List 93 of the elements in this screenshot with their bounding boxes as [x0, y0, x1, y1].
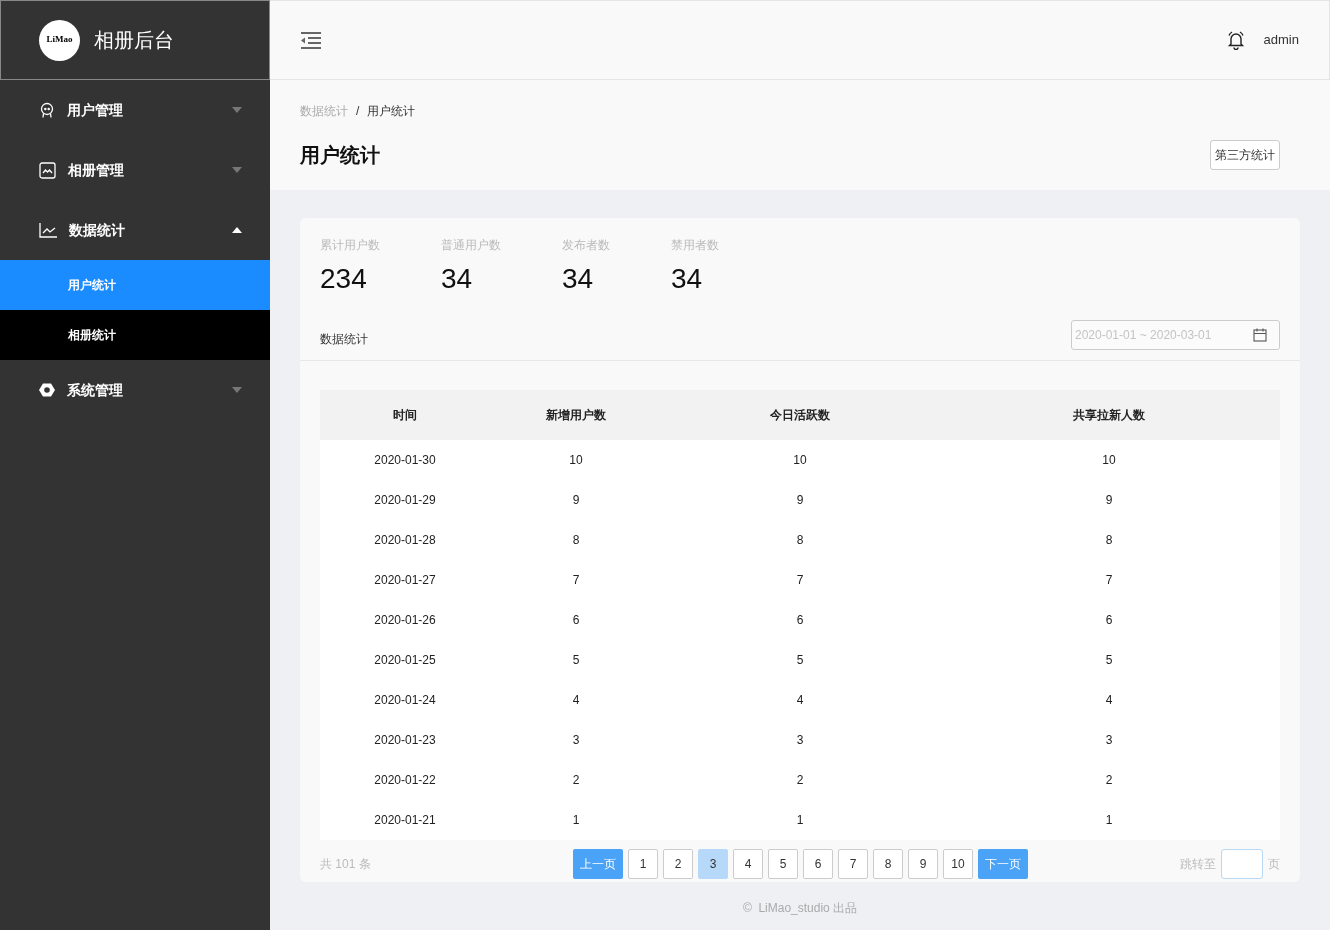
breadcrumb-separator: /	[356, 103, 360, 120]
table-cell: 1	[662, 800, 938, 840]
table-cell: 2020-01-21	[320, 800, 490, 840]
page-title: 用户统计	[300, 143, 380, 168]
table-cell: 2020-01-23	[320, 720, 490, 760]
table-cell: 7	[490, 560, 662, 600]
table-cell: 9	[662, 480, 938, 520]
username[interactable]: admin	[1263, 30, 1299, 50]
table-cell: 5	[938, 640, 1280, 680]
table-cell: 2020-01-27	[320, 560, 490, 600]
table-cell: 6	[938, 600, 1280, 640]
column-header: 共享拉新人数	[938, 390, 1280, 440]
column-header: 今日活跃数	[662, 390, 938, 440]
calendar-icon	[1253, 328, 1267, 342]
menu-label: 用户管理	[67, 100, 124, 120]
menu-icon[interactable]	[300, 31, 322, 49]
page-button[interactable]: 1	[628, 849, 658, 879]
table-cell: 4	[662, 680, 938, 720]
table-cell: 8	[938, 520, 1280, 560]
table-cell: 2020-01-24	[320, 680, 490, 720]
table-cell: 2020-01-26	[320, 600, 490, 640]
stat-value: 34	[671, 262, 704, 296]
table-cell: 5	[490, 640, 662, 680]
caret-icon	[232, 387, 242, 393]
third-party-stats-button[interactable]: 第三方统计	[1210, 140, 1280, 170]
table-cell: 2	[490, 760, 662, 800]
stat-label: 普通用户数	[441, 237, 502, 254]
table-cell: 1	[490, 800, 662, 840]
table-cell: 2020-01-30	[320, 440, 490, 480]
stat-value: 234	[320, 262, 368, 296]
table-cell: 2	[662, 760, 938, 800]
page-button[interactable]: 4	[733, 849, 763, 879]
stat-value: 34	[562, 262, 595, 296]
page-button[interactable]: 10	[943, 849, 973, 879]
table-cell: 2020-01-22	[320, 760, 490, 800]
menu-label: 相册管理	[68, 160, 125, 180]
menu-item[interactable]: 用户管理	[0, 80, 270, 140]
column-header: 时间	[320, 390, 490, 440]
caret-icon	[232, 107, 242, 113]
app-title: 相册后台	[94, 28, 174, 53]
table-cell: 5	[662, 640, 938, 680]
table-cell: 8	[490, 520, 662, 560]
page-button[interactable]: 8	[873, 849, 903, 879]
table-cell: 9	[490, 480, 662, 520]
table-cell: 3	[490, 720, 662, 760]
table-cell: 2	[938, 760, 1280, 800]
page-button[interactable]: 9	[908, 849, 938, 879]
menu-item[interactable]: 数据统计	[0, 200, 270, 260]
menu-item[interactable]: 系统管理	[0, 360, 270, 420]
page-button[interactable]: 3	[698, 849, 728, 879]
table-cell: 2020-01-25	[320, 640, 490, 680]
table-cell: 7	[938, 560, 1280, 600]
line-chart-icon	[39, 222, 57, 238]
stat-label: 累计用户数	[320, 237, 381, 254]
table-cell: 10	[662, 440, 938, 480]
page-button[interactable]: 2	[663, 849, 693, 879]
page-input[interactable]	[1221, 849, 1263, 879]
stat-label: 禁用者数	[671, 237, 720, 254]
logo[interactable]: LiMao	[39, 19, 80, 61]
footer-text: © LiMao_studio 出品	[741, 900, 859, 917]
table-cell: 4	[490, 680, 662, 720]
table-cell: 3	[938, 720, 1280, 760]
table-cell: 2020-01-29	[320, 480, 490, 520]
table-cell: 10	[938, 440, 1280, 480]
section-title: 数据统计	[320, 331, 368, 348]
table-cell: 10	[490, 440, 662, 480]
hexagon-icon	[39, 382, 55, 398]
column-header: 新增用户数	[490, 390, 662, 440]
table-cell: 8	[662, 520, 938, 560]
table-cell: 3	[662, 720, 938, 760]
menu-label: 数据统计	[69, 220, 126, 240]
page-suffix: 页	[1268, 856, 1280, 873]
stat-value: 34	[441, 262, 474, 296]
total-count: 共 101 条	[320, 856, 372, 873]
stat-label: 发布者数	[562, 237, 611, 254]
user-icon	[39, 102, 55, 118]
menu-item[interactable]: 相册管理	[0, 140, 270, 200]
page-button[interactable]: 6	[803, 849, 833, 879]
caret-icon	[232, 227, 242, 233]
submenu-item[interactable]: 相册统计	[0, 310, 270, 360]
bell-icon[interactable]	[1225, 30, 1246, 50]
page-button[interactable]: 5	[768, 849, 798, 879]
table-cell: 6	[490, 600, 662, 640]
table-cell: 4	[938, 680, 1280, 720]
table-cell: 9	[938, 480, 1280, 520]
menu-label: 系统管理	[67, 380, 124, 400]
table-cell: 2020-01-28	[320, 520, 490, 560]
table-cell: 6	[662, 600, 938, 640]
picture-icon	[39, 161, 56, 179]
page-button[interactable]: 7	[838, 849, 868, 879]
table-cell: 7	[662, 560, 938, 600]
caret-icon	[232, 167, 242, 173]
table-cell: 1	[938, 800, 1280, 840]
